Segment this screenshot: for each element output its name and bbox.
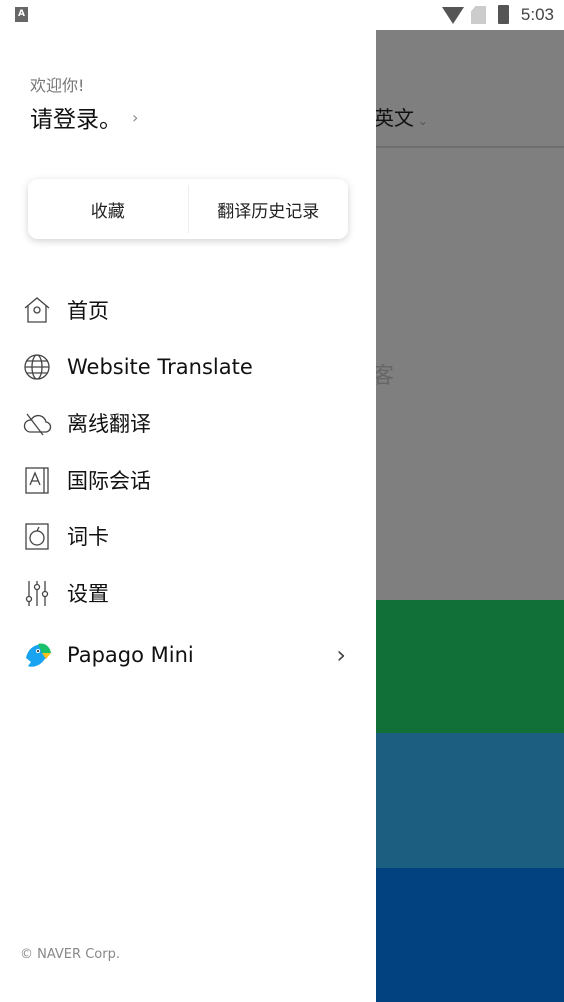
menu-label: Website Translate [67, 354, 253, 379]
papago-parrot-icon [26, 643, 51, 667]
phrasebook-icon [25, 467, 49, 494]
copyright: © NAVER Corp. [20, 947, 120, 962]
menu-label: Papago Mini [67, 643, 194, 668]
menu-label: 首页 [67, 299, 109, 324]
menu-item-offline[interactable]: 离线翻译 [0, 395, 376, 452]
chevron-right-icon: › [132, 107, 139, 127]
favorites-button[interactable]: 收藏 [28, 179, 188, 239]
menu-label: 词卡 [67, 525, 109, 550]
menu-item-papago-mini[interactable]: Papago Mini › [0, 627, 376, 684]
menu-item-home[interactable]: 首页 [0, 282, 376, 339]
menu-item-wordcard[interactable]: 词卡 [0, 508, 376, 565]
battery-charging-icon [498, 5, 509, 24]
history-button[interactable]: 翻译历史记录 [189, 179, 349, 239]
feature-band-blue[interactable] [376, 868, 564, 1002]
menu-label: 国际会话 [67, 468, 151, 493]
home-icon [24, 297, 50, 323]
quick-tabs: 收藏 翻译历史记录 [28, 179, 348, 239]
menu-label: 离线翻译 [67, 412, 151, 437]
feature-band-green[interactable] [376, 600, 564, 733]
translate-header: 英文 ⌄ [374, 30, 564, 148]
chevron-down-icon: ⌄ [414, 114, 428, 128]
sliders-icon [25, 580, 49, 606]
notification-icon: A [15, 7, 28, 22]
menu-item-conversation[interactable]: 国际会话 [0, 452, 376, 509]
menu-label: 设置 [67, 581, 109, 606]
menu-item-settings[interactable]: 设置 [0, 565, 376, 622]
cloud-off-icon [23, 413, 52, 436]
status-bar: A 5:03 [0, 0, 564, 30]
navigation-drawer: 欢迎你! 请登录。 › 收藏 翻译历史记录 首页 Website Translat… [0, 30, 376, 1002]
target-language-selector[interactable]: 英文 ⌄ [374, 102, 428, 131]
feature-band-teal[interactable] [376, 733, 564, 868]
welcome-text: 欢迎你! [30, 76, 85, 95]
no-sim-icon [471, 6, 486, 24]
login-label: 请登录。 [30, 107, 122, 133]
clock: 5:03 [520, 5, 554, 24]
main-screen-behind-scrim[interactable]: 英文 ⌄ 客 [372, 30, 564, 1002]
language-label: 英文 [374, 106, 414, 130]
globe-icon [24, 354, 50, 380]
drawer-menu: 首页 Website Translate 离线翻译 国际会话 词卡 设置 Pap… [0, 282, 376, 684]
menu-item-website-translate[interactable]: Website Translate [0, 339, 376, 396]
chevron-right-icon: › [336, 641, 346, 670]
login-link[interactable]: 请登录。 › [30, 100, 138, 134]
wifi-icon [442, 7, 464, 24]
wordcard-icon [25, 523, 49, 550]
